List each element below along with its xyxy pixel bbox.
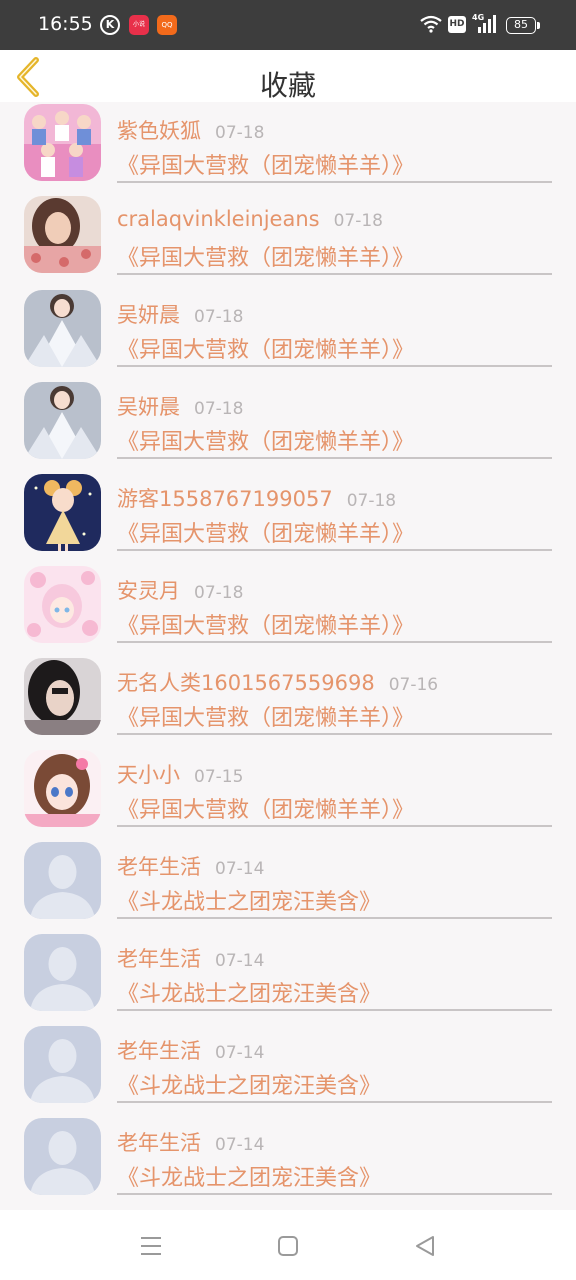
doll-avatar[interactable]: [24, 474, 101, 551]
divider: [117, 181, 552, 183]
date-label: 07-15: [194, 767, 244, 787]
book-title[interactable]: 《异国大营救（团宠懒羊羊）》: [117, 148, 414, 180]
book-title[interactable]: 《异国大营救（团宠懒羊羊）》: [117, 240, 414, 272]
qq-app-icon: QQ: [157, 15, 177, 35]
menu-button[interactable]: [137, 1232, 165, 1260]
back-triangle-icon: [416, 1236, 434, 1256]
list-item[interactable]: 老年生活 07-14 《斗龙战士之团宠汪美含》: [0, 1022, 576, 1114]
divider: [117, 549, 552, 551]
user-name: 老年生活 07-14: [117, 855, 265, 879]
book-title[interactable]: 《异国大营救（团宠懒羊羊）》: [117, 700, 414, 732]
date-label: 07-18: [346, 491, 397, 511]
book-title[interactable]: 《异国大营救（团宠懒羊羊）》: [117, 332, 414, 364]
user-name: 吴妍晨 07-18: [117, 395, 244, 419]
system-nav-bar: [0, 1210, 576, 1280]
book-title[interactable]: 《异国大营救（团宠懒羊羊）》: [117, 608, 414, 640]
home-square-icon: [278, 1236, 298, 1256]
book-title[interactable]: 《斗龙战士之团宠汪美含》: [117, 976, 381, 1008]
user-name: 吴妍晨 07-18: [117, 303, 244, 327]
status-indicators: HD 4G 85: [420, 13, 540, 36]
date-label: 07-18: [194, 307, 244, 327]
list-item[interactable]: 老年生活 07-14 《斗龙战士之团宠汪美含》: [0, 1114, 576, 1206]
wifi-icon: [420, 15, 442, 33]
book-title[interactable]: 《异国大营救（团宠懒羊羊）》: [117, 792, 414, 824]
divider: [117, 365, 552, 367]
divider: [117, 733, 552, 735]
bride-avatar[interactable]: [24, 382, 101, 459]
user-name: 天小小 07-15: [117, 763, 244, 787]
bride-avatar[interactable]: [24, 290, 101, 367]
favorites-list: 紫色妖狐 07-18 《异国大营救（团宠懒羊羊）》 cralaqvinkleinj…: [0, 102, 576, 1210]
status-time: 16:55: [38, 13, 93, 35]
divider: [117, 641, 552, 643]
divider: [117, 1009, 552, 1011]
anime-pink-avatar[interactable]: [24, 566, 101, 643]
divider: [117, 917, 552, 919]
user-name: 无名人类1601567559698 07-16: [117, 671, 439, 695]
default-user-avatar[interactable]: [24, 934, 101, 1011]
user-name: cralaqvinkleinjeans 07-18: [117, 207, 383, 231]
battery-icon: 85: [506, 17, 536, 34]
k-app-icon: K: [100, 15, 120, 35]
dark-hair-photo-avatar[interactable]: [24, 658, 101, 735]
girl-photo-avatar[interactable]: [24, 196, 101, 273]
home-button[interactable]: [274, 1232, 302, 1260]
book-title[interactable]: 《异国大营救（团宠懒羊羊）》: [117, 516, 414, 548]
date-label: 07-14: [215, 1135, 265, 1155]
date-label: 07-18: [215, 123, 265, 143]
novel-app-icon: 小说: [129, 15, 149, 35]
date-label: 07-16: [388, 675, 439, 695]
list-item[interactable]: 吴妍晨 07-18 《异国大营救（团宠懒羊羊）》: [0, 286, 576, 378]
network-type: 4G: [472, 13, 485, 22]
menu-icon: [141, 1237, 161, 1255]
list-item[interactable]: 吴妍晨 07-18 《异国大营救（团宠懒羊羊）》: [0, 378, 576, 470]
user-name: 游客1558767199057 07-18: [117, 487, 397, 511]
status-bar: 16:55 K 小说 QQ HD 4G 85: [0, 0, 576, 50]
default-user-avatar[interactable]: [24, 1026, 101, 1103]
book-title[interactable]: 《异国大营救（团宠懒羊羊）》: [117, 424, 414, 456]
user-name: 紫色妖狐 07-18: [117, 119, 265, 143]
divider: [117, 825, 552, 827]
book-title[interactable]: 《斗龙战士之团宠汪美含》: [117, 1160, 381, 1192]
date-label: 07-18: [333, 211, 383, 231]
divider: [117, 1101, 552, 1103]
anime-girl-avatar[interactable]: [24, 750, 101, 827]
battery-tip: [537, 22, 540, 29]
default-user-avatar[interactable]: [24, 1118, 101, 1195]
default-user-avatar[interactable]: [24, 842, 101, 919]
user-name: 老年生活 07-14: [117, 1131, 265, 1155]
date-label: 07-18: [194, 399, 244, 419]
user-name: 老年生活 07-14: [117, 1039, 265, 1063]
nav-back-button[interactable]: [411, 1232, 439, 1260]
divider: [117, 457, 552, 459]
date-label: 07-18: [194, 583, 244, 603]
list-item[interactable]: 天小小 07-15 《异国大营救（团宠懒羊羊）》: [0, 746, 576, 838]
list-item[interactable]: cralaqvinkleinjeans 07-18 《异国大营救（团宠懒羊羊）》: [0, 194, 576, 286]
hd-badge: HD: [448, 16, 466, 33]
list-item[interactable]: 游客1558767199057 07-18 《异国大营救（团宠懒羊羊）》: [0, 470, 576, 562]
list-item[interactable]: 老年生活 07-14 《斗龙战士之团宠汪美含》: [0, 930, 576, 1022]
user-name: 老年生活 07-14: [117, 947, 265, 971]
book-title[interactable]: 《斗龙战士之团宠汪美含》: [117, 884, 381, 916]
header: 收藏: [0, 50, 576, 102]
user-name: 安灵月 07-18: [117, 579, 244, 603]
list-item[interactable]: 安灵月 07-18 《异国大营救（团宠懒羊羊）》: [0, 562, 576, 654]
date-label: 07-14: [215, 951, 265, 971]
book-title[interactable]: 《斗龙战士之团宠汪美含》: [117, 1068, 381, 1100]
list-item[interactable]: 老年生活 07-14 《斗龙战士之团宠汪美含》: [0, 838, 576, 930]
page-title: 收藏: [259, 69, 316, 102]
list-item[interactable]: 紫色妖狐 07-18 《异国大营救（团宠懒羊羊）》: [0, 102, 576, 194]
list-item[interactable]: 无名人类1601567559698 07-16 《异国大营救（团宠懒羊羊）》: [0, 654, 576, 746]
pink-group-avatar[interactable]: [24, 104, 101, 181]
date-label: 07-14: [215, 1043, 265, 1063]
date-label: 07-14: [215, 859, 265, 879]
divider: [117, 273, 552, 275]
divider: [117, 1193, 552, 1195]
